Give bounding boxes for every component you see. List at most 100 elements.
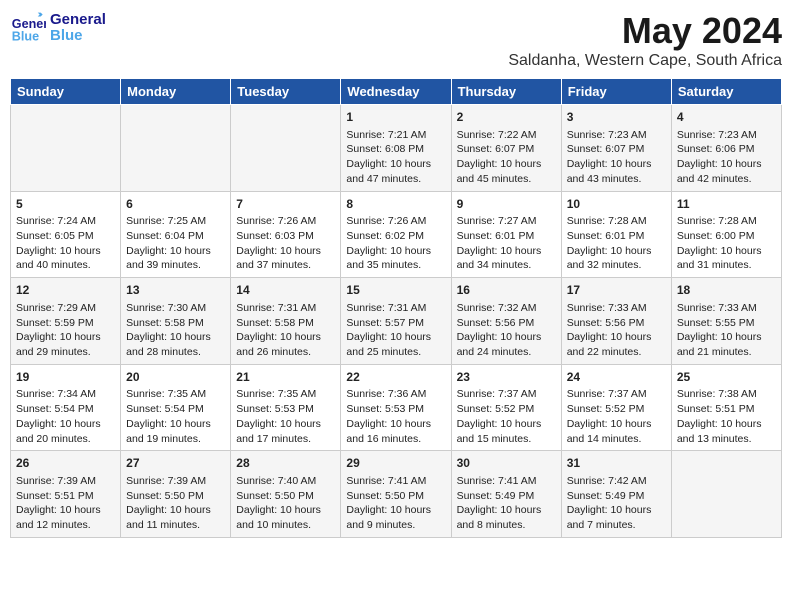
calendar-cell: 24Sunrise: 7:37 AMSunset: 5:52 PMDayligh…	[561, 364, 671, 451]
day-info: Daylight: 10 hours	[126, 417, 225, 432]
day-number: 4	[677, 109, 776, 126]
day-info: and 39 minutes.	[126, 258, 225, 273]
day-number: 28	[236, 455, 335, 472]
day-info: Daylight: 10 hours	[16, 503, 115, 518]
day-number: 24	[567, 369, 666, 386]
day-info: and 31 minutes.	[677, 258, 776, 273]
day-info: Sunrise: 7:33 AM	[677, 301, 776, 316]
day-info: Sunset: 6:03 PM	[236, 229, 335, 244]
day-info: Daylight: 10 hours	[126, 503, 225, 518]
day-info: Sunset: 5:58 PM	[126, 316, 225, 331]
calendar-cell: 16Sunrise: 7:32 AMSunset: 5:56 PMDayligh…	[451, 278, 561, 365]
calendar-cell: 1Sunrise: 7:21 AMSunset: 6:08 PMDaylight…	[341, 105, 451, 192]
day-info: Daylight: 10 hours	[457, 417, 556, 432]
day-info: and 14 minutes.	[567, 432, 666, 447]
day-info: and 7 minutes.	[567, 518, 666, 533]
calendar-cell: 26Sunrise: 7:39 AMSunset: 5:51 PMDayligh…	[11, 451, 121, 538]
day-info: Sunrise: 7:21 AM	[346, 128, 445, 143]
day-info: Sunrise: 7:22 AM	[457, 128, 556, 143]
day-info: Sunset: 6:05 PM	[16, 229, 115, 244]
day-info: Daylight: 10 hours	[677, 157, 776, 172]
day-info: Daylight: 10 hours	[346, 417, 445, 432]
day-info: Sunset: 5:53 PM	[236, 402, 335, 417]
day-info: Daylight: 10 hours	[567, 330, 666, 345]
day-info: Sunset: 5:49 PM	[567, 489, 666, 504]
day-info: Daylight: 10 hours	[346, 330, 445, 345]
day-number: 2	[457, 109, 556, 126]
day-info: Sunrise: 7:28 AM	[567, 214, 666, 229]
day-info: Sunrise: 7:26 AM	[346, 214, 445, 229]
day-info: and 28 minutes.	[126, 345, 225, 360]
day-info: and 47 minutes.	[346, 172, 445, 187]
calendar-cell: 2Sunrise: 7:22 AMSunset: 6:07 PMDaylight…	[451, 105, 561, 192]
day-number: 15	[346, 282, 445, 299]
day-number: 22	[346, 369, 445, 386]
day-info: Daylight: 10 hours	[16, 244, 115, 259]
calendar-cell: 19Sunrise: 7:34 AMSunset: 5:54 PMDayligh…	[11, 364, 121, 451]
calendar-week-4: 19Sunrise: 7:34 AMSunset: 5:54 PMDayligh…	[11, 364, 782, 451]
day-info: Sunset: 5:52 PM	[567, 402, 666, 417]
day-info: Daylight: 10 hours	[236, 244, 335, 259]
calendar-cell: 27Sunrise: 7:39 AMSunset: 5:50 PMDayligh…	[121, 451, 231, 538]
calendar-week-2: 5Sunrise: 7:24 AMSunset: 6:05 PMDaylight…	[11, 191, 782, 278]
day-number: 6	[126, 196, 225, 213]
day-info: and 42 minutes.	[677, 172, 776, 187]
day-number: 20	[126, 369, 225, 386]
day-info: and 45 minutes.	[457, 172, 556, 187]
day-info: Sunset: 6:00 PM	[677, 229, 776, 244]
day-number: 17	[567, 282, 666, 299]
day-info: Sunset: 6:08 PM	[346, 142, 445, 157]
day-info: and 9 minutes.	[346, 518, 445, 533]
calendar-cell: 7Sunrise: 7:26 AMSunset: 6:03 PMDaylight…	[231, 191, 341, 278]
day-info: Sunrise: 7:34 AM	[16, 387, 115, 402]
day-info: and 43 minutes.	[567, 172, 666, 187]
day-info: and 20 minutes.	[16, 432, 115, 447]
day-number: 9	[457, 196, 556, 213]
calendar-cell: 11Sunrise: 7:28 AMSunset: 6:00 PMDayligh…	[671, 191, 781, 278]
day-info: Sunset: 5:58 PM	[236, 316, 335, 331]
weekday-header-wednesday: Wednesday	[341, 79, 451, 105]
day-info: Sunrise: 7:29 AM	[16, 301, 115, 316]
day-number: 25	[677, 369, 776, 386]
calendar-cell	[671, 451, 781, 538]
day-info: Daylight: 10 hours	[457, 244, 556, 259]
calendar-cell: 12Sunrise: 7:29 AMSunset: 5:59 PMDayligh…	[11, 278, 121, 365]
day-info: Sunrise: 7:32 AM	[457, 301, 556, 316]
day-info: and 25 minutes.	[346, 345, 445, 360]
weekday-header-tuesday: Tuesday	[231, 79, 341, 105]
day-info: and 35 minutes.	[346, 258, 445, 273]
day-info: Sunrise: 7:24 AM	[16, 214, 115, 229]
logo-icon: General Blue	[10, 10, 46, 46]
day-info: Sunset: 6:04 PM	[126, 229, 225, 244]
logo: General Blue General Blue	[10, 10, 106, 46]
day-info: and 40 minutes.	[16, 258, 115, 273]
day-info: Daylight: 10 hours	[126, 244, 225, 259]
day-info: and 15 minutes.	[457, 432, 556, 447]
location: Saldanha, Western Cape, South Africa	[508, 52, 782, 70]
weekday-header-sunday: Sunday	[11, 79, 121, 105]
day-number: 30	[457, 455, 556, 472]
title-block: May 2024 Saldanha, Western Cape, South A…	[508, 10, 782, 70]
day-info: Sunset: 5:57 PM	[346, 316, 445, 331]
day-info: and 16 minutes.	[346, 432, 445, 447]
day-number: 12	[16, 282, 115, 299]
calendar-table: SundayMondayTuesdayWednesdayThursdayFrid…	[10, 78, 782, 538]
day-info: and 24 minutes.	[457, 345, 556, 360]
day-info: Daylight: 10 hours	[457, 330, 556, 345]
calendar-cell: 5Sunrise: 7:24 AMSunset: 6:05 PMDaylight…	[11, 191, 121, 278]
svg-text:Blue: Blue	[12, 30, 39, 44]
calendar-cell: 18Sunrise: 7:33 AMSunset: 5:55 PMDayligh…	[671, 278, 781, 365]
day-number: 7	[236, 196, 335, 213]
day-info: Sunset: 6:01 PM	[567, 229, 666, 244]
weekday-header-monday: Monday	[121, 79, 231, 105]
logo-blue: Blue	[50, 28, 106, 45]
day-info: Sunrise: 7:28 AM	[677, 214, 776, 229]
day-info: and 13 minutes.	[677, 432, 776, 447]
day-number: 16	[457, 282, 556, 299]
calendar-cell: 30Sunrise: 7:41 AMSunset: 5:49 PMDayligh…	[451, 451, 561, 538]
day-info: Daylight: 10 hours	[567, 503, 666, 518]
day-number: 19	[16, 369, 115, 386]
day-info: Daylight: 10 hours	[677, 244, 776, 259]
calendar-cell: 13Sunrise: 7:30 AMSunset: 5:58 PMDayligh…	[121, 278, 231, 365]
day-info: and 26 minutes.	[236, 345, 335, 360]
